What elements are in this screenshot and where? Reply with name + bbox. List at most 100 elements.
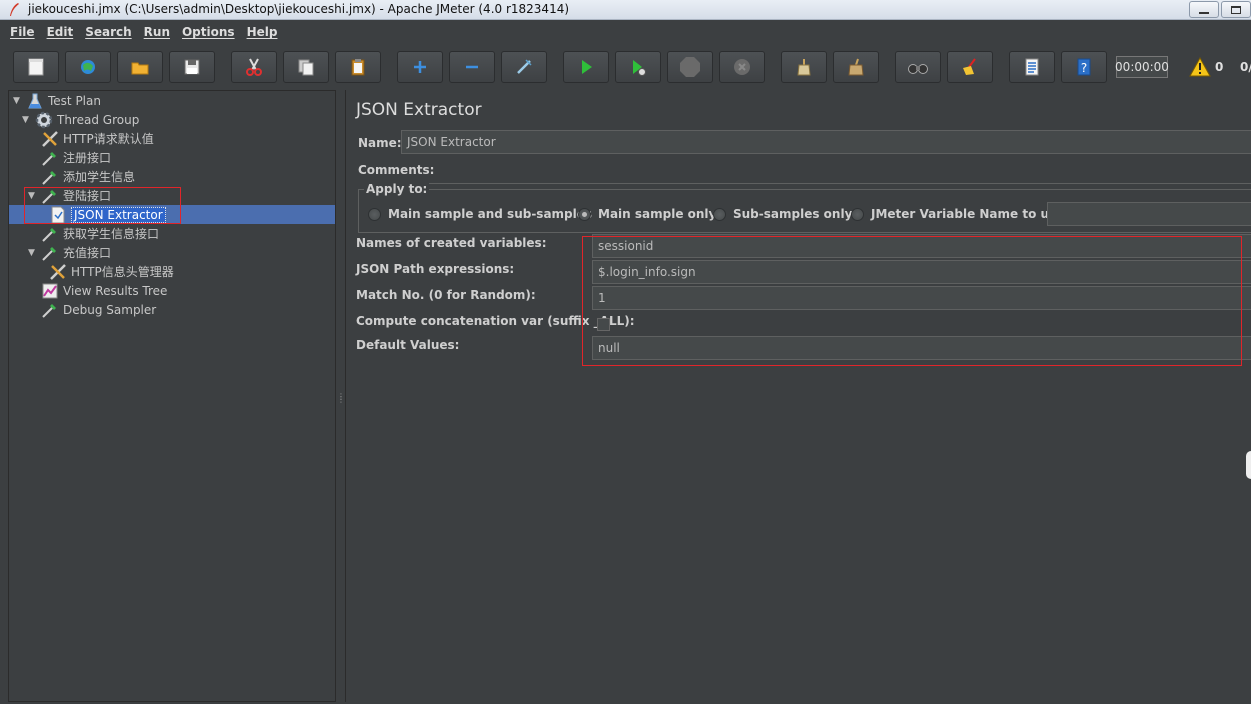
jmeter-feather-icon xyxy=(10,3,19,16)
minimize-button[interactable] xyxy=(1189,1,1219,18)
clear-all-button[interactable] xyxy=(833,51,879,83)
menu-search[interactable]: Search xyxy=(79,25,137,39)
toolbar: ? xyxy=(0,44,1251,90)
tree-item-view-results-tree[interactable]: View Results Tree xyxy=(41,281,167,300)
binoculars-icon xyxy=(908,64,928,74)
minimize-icon xyxy=(1199,11,1209,14)
toggle-button[interactable] xyxy=(501,51,547,83)
radio-label: JMeter Variable Name to use xyxy=(871,207,1065,221)
tree-item-register[interactable]: 注册接口 xyxy=(41,148,111,167)
shutdown-icon xyxy=(734,59,750,75)
tree-item-label: Thread Group xyxy=(57,112,140,127)
radio-main-and-sub-samples[interactable]: Main sample and sub-samples xyxy=(368,207,592,221)
help-icon: ? xyxy=(1077,58,1091,76)
splitter-grip-icon: ⋮ ⋮ xyxy=(337,392,345,404)
comments-field[interactable] xyxy=(426,168,1251,184)
play-icon xyxy=(582,60,592,74)
paste-button[interactable] xyxy=(335,51,381,83)
expand-all-button[interactable] xyxy=(397,51,443,83)
tree-item-thread-group[interactable]: ▼ Thread Group xyxy=(22,110,139,129)
chart-icon xyxy=(41,282,59,300)
open-folder-icon xyxy=(131,62,149,75)
maximize-button[interactable] xyxy=(1221,1,1251,18)
jmeter-variable-field[interactable] xyxy=(1047,202,1251,226)
pipette-icon xyxy=(41,244,59,262)
clear-button[interactable] xyxy=(781,51,827,83)
radio-jmeter-variable[interactable]: JMeter Variable Name to use xyxy=(851,207,1064,221)
radio-main-sample-only[interactable]: Main sample only xyxy=(578,207,716,221)
tree-item-label: 充值接口 xyxy=(63,246,112,260)
tree-item-label: HTTP信息头管理器 xyxy=(71,265,174,279)
search-button[interactable] xyxy=(895,51,941,83)
test-plan-tree: ▼ Test Plan ▼ Thread Group HTTP请求默认值 注册接… xyxy=(8,90,336,702)
field-label-json-path: JSON Path expressions: xyxy=(356,262,515,276)
save-button[interactable] xyxy=(169,51,215,83)
plus-icon xyxy=(414,61,426,73)
tree-item-test-plan[interactable]: ▼ Test Plan xyxy=(13,91,101,110)
tree-item-add-student[interactable]: 添加学生信息 xyxy=(41,167,135,186)
radio-sub-samples-only[interactable]: Sub-samples only xyxy=(713,207,852,221)
panel-splitter[interactable]: ⋮ ⋮ xyxy=(336,90,345,702)
reset-search-button[interactable] xyxy=(947,51,993,83)
wrench-icon xyxy=(49,263,67,281)
tree-item-header-manager[interactable]: HTTP信息头管理器 xyxy=(49,262,174,281)
field-label-variable-names: Names of created variables: xyxy=(356,236,547,250)
tree-item-http-defaults[interactable]: HTTP请求默认值 xyxy=(41,129,154,148)
tree-item-label: Test Plan xyxy=(48,93,101,108)
maximize-icon xyxy=(1231,5,1241,14)
radio-label: Main sample and sub-samples xyxy=(388,207,593,221)
minus-icon xyxy=(466,65,478,69)
list-icon xyxy=(1025,58,1039,76)
collapse-all-button[interactable] xyxy=(449,51,495,83)
radio-indicator-selected xyxy=(578,207,591,221)
tree-item-label: View Results Tree xyxy=(63,283,168,298)
radio-indicator xyxy=(713,207,726,221)
title-bar: jiekouceshi.jmx (C:\Users\admin\Desktop\… xyxy=(0,0,1251,20)
play-no-timers-icon xyxy=(633,60,646,76)
clipboard-icon xyxy=(351,59,365,76)
gear-icon xyxy=(35,111,53,129)
collapse-triangle-icon[interactable]: ▼ xyxy=(13,96,23,106)
warning-icon[interactable] xyxy=(1189,57,1211,77)
wrench-icon xyxy=(41,130,59,148)
copy-button[interactable] xyxy=(283,51,329,83)
new-button[interactable] xyxy=(13,51,59,83)
menu-edit[interactable]: Edit xyxy=(41,25,80,39)
menu-run[interactable]: Run xyxy=(138,25,176,39)
start-no-pauses-button[interactable] xyxy=(615,51,661,83)
elapsed-timer: 00:00:00 xyxy=(1115,56,1169,78)
tree-item-label: Debug Sampler xyxy=(63,302,157,317)
test-plan-icon xyxy=(26,92,44,110)
menu-file[interactable]: File xyxy=(4,25,41,39)
tree-item-recharge[interactable]: ▼ 充值接口 xyxy=(28,243,111,262)
menu-bar: File Edit Search Run Options Help xyxy=(0,21,1251,43)
stop-button[interactable] xyxy=(667,51,713,83)
comments-label: Comments: xyxy=(358,163,435,177)
broom-sweep-icon xyxy=(963,58,976,75)
pipette-icon xyxy=(41,168,59,186)
side-scroll-tab[interactable] xyxy=(1246,451,1251,479)
collapse-triangle-icon[interactable]: ▼ xyxy=(22,115,32,125)
name-field[interactable]: JSON Extractor xyxy=(401,130,1251,154)
annotation-highlight-box xyxy=(582,236,1242,366)
cut-button[interactable] xyxy=(231,51,277,83)
svg-text:?: ? xyxy=(1081,61,1087,75)
templates-icon xyxy=(81,60,95,74)
help-button[interactable]: ? xyxy=(1061,51,1107,83)
menu-help[interactable]: Help xyxy=(241,25,284,39)
tree-item-label: 注册接口 xyxy=(63,151,112,165)
save-disk-icon xyxy=(184,59,200,75)
annotation-highlight-box xyxy=(24,187,181,224)
broom-icon xyxy=(848,58,864,76)
collapse-triangle-icon[interactable]: ▼ xyxy=(28,248,38,258)
shutdown-button[interactable] xyxy=(719,51,765,83)
new-file-icon xyxy=(28,58,44,76)
menu-options[interactable]: Options xyxy=(176,25,241,39)
open-button[interactable] xyxy=(117,51,163,83)
radio-label: Sub-samples only xyxy=(733,207,853,221)
tree-item-get-student[interactable]: 获取学生信息接口 xyxy=(41,224,159,243)
tree-item-debug-sampler[interactable]: Debug Sampler xyxy=(41,300,156,319)
start-button[interactable] xyxy=(563,51,609,83)
function-helper-button[interactable] xyxy=(1009,51,1055,83)
templates-button[interactable] xyxy=(65,51,111,83)
